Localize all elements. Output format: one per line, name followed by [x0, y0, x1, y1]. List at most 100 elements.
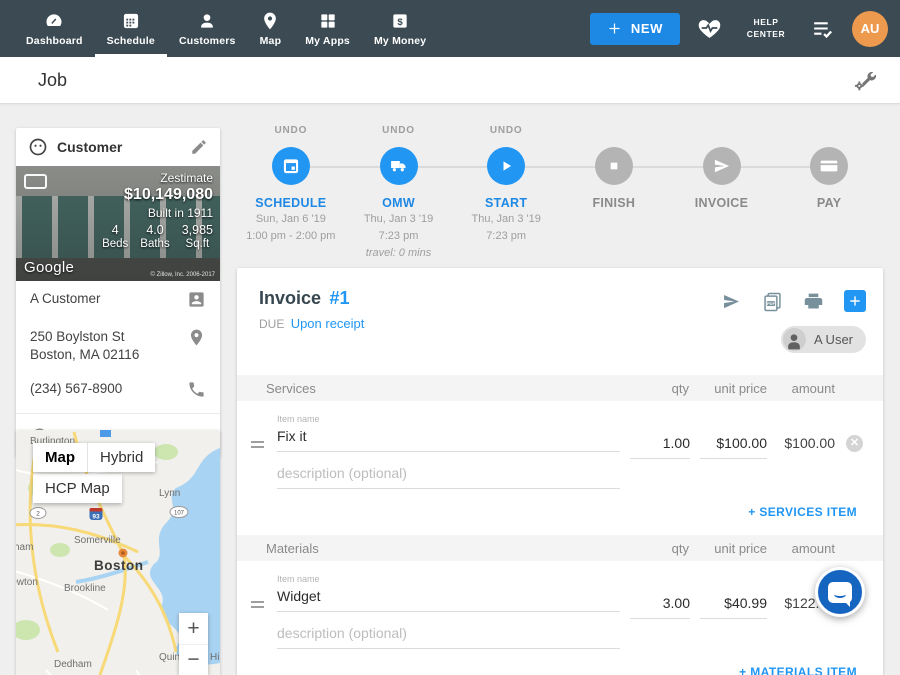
map-location-button[interactable] [187, 328, 206, 350]
route-107-shield: 107 [170, 507, 188, 518]
contact-card-icon [187, 290, 206, 309]
unit-price-input[interactable] [700, 592, 767, 619]
svg-text:$: $ [397, 16, 403, 27]
description-input[interactable] [277, 462, 620, 489]
money-icon: $ [390, 11, 410, 31]
nav-item-my-money[interactable]: $ My Money [362, 0, 438, 57]
customer-card-title: Customer [57, 139, 122, 155]
street-view-icon[interactable] [24, 174, 47, 189]
step-label: INVOICE [695, 196, 749, 210]
nav-item-my-apps[interactable]: My Apps [293, 0, 362, 57]
customer-address-row: 250 Boylston St Boston, MA 02116 [16, 319, 220, 371]
schedule-icon [121, 11, 141, 31]
stat-beds: 4 Beds [102, 223, 128, 250]
drag-handle-icon[interactable] [251, 601, 264, 611]
zoom-out-button[interactable]: − [179, 644, 208, 675]
printer-icon [803, 291, 824, 312]
hcp-map-row: HCP Map [33, 474, 122, 503]
unit-price-input[interactable] [700, 432, 767, 459]
invoice-step-button[interactable] [703, 147, 741, 185]
item-name-input[interactable] [277, 425, 620, 452]
hcp-map-button[interactable]: HCP Map [33, 474, 122, 503]
undo-start-button[interactable]: UNDO [490, 125, 523, 138]
step-label: FINISH [592, 196, 635, 210]
health-heart-button[interactable] [697, 16, 722, 41]
play-icon [496, 156, 516, 176]
material-line-item: Item name $122.97 [237, 561, 883, 649]
heart-pulse-icon [697, 16, 722, 41]
assignee-chip[interactable]: A User [781, 326, 866, 353]
credit-card-icon [819, 156, 839, 176]
step-date: Thu, Jan 3 '19 [364, 212, 433, 227]
tasks-button[interactable] [810, 16, 835, 41]
nav-item-schedule[interactable]: Schedule [95, 0, 167, 57]
truck-icon [389, 156, 409, 176]
help-center-button[interactable]: HELP CENTER [739, 17, 793, 40]
section-name: Services [237, 381, 316, 396]
hybrid-layer-button[interactable]: Hybrid [87, 443, 155, 472]
new-button[interactable]: NEW [590, 13, 680, 45]
nav-label: Dashboard [26, 35, 83, 47]
zoom-in-button[interactable]: + [179, 613, 208, 644]
stat-label: Beds [102, 238, 128, 250]
page-header: Job [0, 57, 900, 104]
service-line-item: Item name $100.00 ✕ [237, 401, 883, 489]
customer-address: 250 Boylston St Boston, MA 02116 [30, 328, 139, 364]
built-year: Built in 1911 [102, 206, 213, 220]
undo-schedule-button[interactable]: UNDO [275, 125, 308, 138]
section-name: Materials [237, 541, 319, 556]
svg-text:2: 2 [36, 511, 40, 518]
map-label: Lynn [159, 488, 180, 499]
add-invoice-button[interactable] [844, 290, 866, 312]
chat-fab-button[interactable] [815, 567, 865, 617]
customer-card-header: Customer [16, 128, 220, 166]
customers-icon [197, 11, 217, 31]
nav-item-customers[interactable]: Customers [167, 0, 248, 57]
job-settings-button[interactable] [853, 69, 876, 92]
map-layer-button[interactable]: Map [33, 443, 87, 472]
remove-item-button[interactable]: ✕ [846, 435, 863, 452]
send-invoice-button[interactable] [721, 291, 742, 312]
amount-column-header: amount [792, 541, 835, 556]
address-line1: 250 Boylston St [30, 329, 125, 344]
description-input[interactable] [277, 622, 620, 649]
user-avatar[interactable]: AU [852, 11, 888, 47]
undo-omw-button[interactable]: UNDO [382, 125, 415, 138]
edit-customer-button[interactable] [190, 138, 208, 156]
due-value-link[interactable]: Upon receipt [291, 316, 365, 331]
add-materials-item-button[interactable]: + MATERIALS ITEM [237, 649, 883, 675]
customer-name: A Customer [30, 290, 101, 308]
stat-label: Sq.ft [182, 238, 213, 250]
property-photo[interactable]: Zestimate $10,149,080 Built in 1911 4 Be… [16, 166, 220, 281]
print-button[interactable] [803, 291, 824, 312]
job-status-timeline: UNDO SCHEDULE Sun, Jan 6 '19 1:00 pm - 2… [237, 125, 883, 261]
content-area: Customer Zestimate $10,149,080 Built in … [0, 104, 900, 675]
nav-item-map[interactable]: Map [248, 0, 294, 57]
dashboard-icon [44, 11, 64, 31]
finish-step-button[interactable] [595, 147, 633, 185]
call-button[interactable] [187, 380, 206, 402]
invoice-number[interactable]: #1 [329, 288, 349, 308]
assignee-name: A User [814, 332, 853, 347]
svg-text:PDF: PDF [767, 300, 776, 305]
step-date: Thu, Jan 3 '19 [471, 212, 540, 227]
invoice-title: Invoice [259, 288, 321, 308]
map-label: Newton [16, 577, 38, 588]
contact-card-button[interactable] [187, 290, 206, 312]
schedule-step-button[interactable] [272, 147, 310, 185]
nav-item-dashboard[interactable]: Dashboard [14, 0, 95, 57]
pdf-button[interactable]: PDF [762, 291, 783, 312]
qty-input[interactable] [630, 592, 690, 619]
page-title: Job [38, 70, 67, 91]
stat-value: 4 [102, 223, 128, 237]
drag-handle-icon[interactable] [251, 441, 264, 451]
item-name-input[interactable] [277, 585, 620, 612]
omw-step-button[interactable] [380, 147, 418, 185]
timeline-step-schedule: UNDO SCHEDULE Sun, Jan 6 '19 1:00 pm - 2… [237, 125, 345, 261]
qty-input[interactable] [630, 432, 690, 459]
start-step-button[interactable] [487, 147, 525, 185]
pay-step-button[interactable] [810, 147, 848, 185]
checklist-icon [810, 16, 835, 41]
address-line2: Boston, MA 02116 [30, 347, 139, 362]
add-services-item-button[interactable]: + SERVICES ITEM [237, 489, 883, 535]
